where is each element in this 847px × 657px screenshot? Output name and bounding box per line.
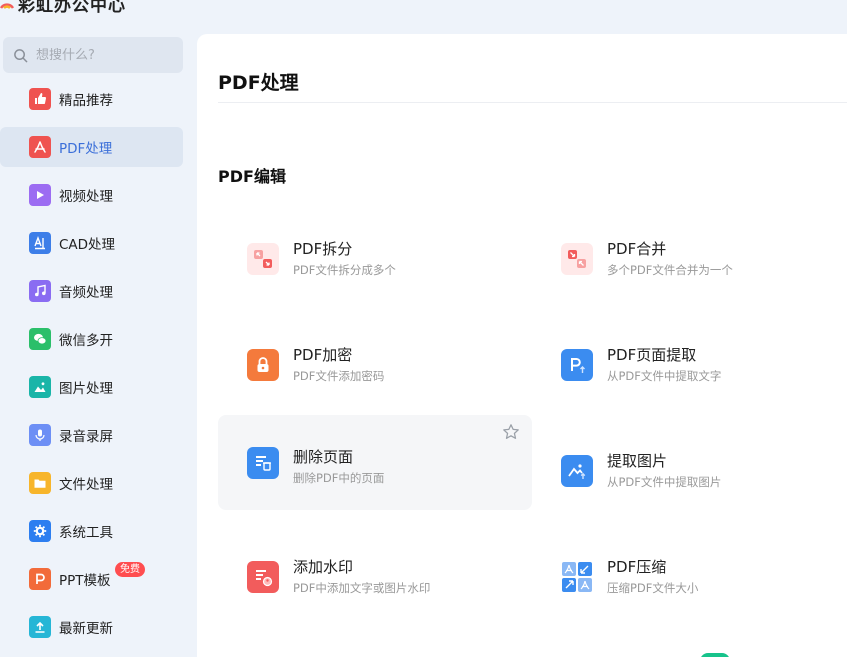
sidebar-item-label: CAD处理 — [59, 237, 116, 253]
tool-name: 删除页面 — [293, 448, 354, 466]
sidebar-item-audio[interactable]: 音频处理 — [16, 271, 183, 311]
watermark-icon — [247, 561, 279, 593]
app-title: 彩虹办公中心 — [0, 0, 126, 16]
delete-page-icon — [247, 447, 279, 479]
cad-icon — [29, 232, 51, 254]
scroll-indicator — [700, 653, 730, 657]
app-title-text: 彩虹办公中心 — [18, 0, 126, 16]
upload-icon — [29, 616, 51, 638]
tool-name: PDF压缩 — [607, 558, 667, 576]
folder-icon — [29, 472, 51, 494]
extract-image-icon — [561, 455, 593, 487]
sidebar-item-system[interactable]: 系统工具 — [16, 511, 183, 551]
tool-name: PDF加密 — [293, 346, 353, 364]
sidebar-item-files[interactable]: 文件处理 — [16, 463, 183, 503]
extract-page-icon — [561, 349, 593, 381]
ppt-icon — [29, 568, 51, 590]
gear-icon — [29, 520, 51, 542]
tool-desc: PDF文件拆分成多个 — [293, 263, 396, 277]
sidebar-item-label: 录音录屏 — [59, 429, 113, 445]
sidebar-item-pdf[interactable]: PDF处理 — [0, 127, 183, 167]
microphone-icon — [29, 424, 51, 446]
tool-name: PDF合并 — [607, 240, 667, 258]
tool-pdf-merge[interactable]: PDF合并 多个PDF文件合并为一个 — [532, 218, 846, 313]
thumbs-up-icon — [29, 88, 51, 110]
sidebar-item-ppt[interactable]: PPT模板 免费 — [16, 559, 183, 599]
sidebar-item-video[interactable]: 视频处理 — [16, 175, 183, 215]
image-icon — [29, 376, 51, 398]
sidebar-item-recommended[interactable]: 精品推荐 — [16, 79, 183, 119]
sidebar-item-label: 图片处理 — [59, 381, 113, 397]
star-icon[interactable] — [502, 423, 520, 441]
section-title: PDF编辑 — [218, 167, 286, 186]
sidebar-item-recording[interactable]: 录音录屏 — [16, 415, 183, 455]
main-panel: PDF处理 PDF编辑 PDF拆分 PDF文件拆分成多个 PDF合并 多个PDF… — [197, 34, 847, 657]
tool-extract-image[interactable]: 提取图片 从PDF文件中提取图片 — [532, 430, 846, 525]
tool-desc: 多个PDF文件合并为一个 — [607, 263, 733, 277]
sidebar-item-wechat[interactable]: 微信多开 — [16, 319, 183, 359]
tool-name: 添加水印 — [293, 558, 354, 576]
tool-name: PDF拆分 — [293, 240, 353, 258]
tool-desc: PDF文件添加密码 — [293, 369, 385, 383]
sidebar-item-label: 系统工具 — [59, 525, 113, 541]
tool-pdf-page-extract[interactable]: PDF页面提取 从PDF文件中提取文字 — [532, 324, 846, 419]
sidebar-item-cad[interactable]: CAD处理 — [16, 223, 183, 263]
rainbow-logo-icon — [0, 3, 14, 9]
tool-pdf-compress[interactable]: PDF压缩 压缩PDF文件大小 — [532, 536, 846, 631]
tool-desc: 从PDF文件中提取文字 — [607, 369, 722, 383]
page-title: PDF处理 — [218, 72, 299, 94]
tool-pdf-split[interactable]: PDF拆分 PDF文件拆分成多个 — [218, 218, 532, 313]
sidebar-item-label: 文件处理 — [59, 477, 113, 493]
tool-add-watermark[interactable]: 添加水印 PDF中添加文字或图片水印 — [218, 536, 532, 631]
sidebar: 精品推荐 PDF处理 视频处理 CAD处理 音频处理 — [0, 22, 197, 657]
tool-pdf-encrypt[interactable]: PDF加密 PDF文件添加密码 — [218, 324, 532, 419]
sidebar-item-label: 视频处理 — [59, 189, 113, 205]
tool-delete-page[interactable]: 删除页面 删除PDF中的页面 — [218, 415, 532, 510]
split-icon — [247, 243, 279, 275]
tool-name: 提取图片 — [607, 452, 668, 470]
sidebar-item-label: 最新更新 — [59, 621, 113, 637]
play-icon — [29, 184, 51, 206]
sidebar-item-image[interactable]: 图片处理 — [16, 367, 183, 407]
lock-icon — [247, 349, 279, 381]
tool-name: PDF页面提取 — [607, 346, 697, 364]
compress-icon — [561, 561, 593, 593]
tool-desc: PDF中添加文字或图片水印 — [293, 581, 431, 595]
sidebar-item-label: 音频处理 — [59, 285, 113, 301]
tool-desc: 从PDF文件中提取图片 — [607, 475, 722, 489]
search-box[interactable] — [3, 37, 183, 73]
free-badge: 免费 — [115, 562, 145, 577]
wechat-icon — [29, 328, 51, 350]
music-icon — [29, 280, 51, 302]
sidebar-item-label: 精品推荐 — [59, 93, 113, 109]
merge-icon — [561, 243, 593, 275]
sidebar-item-label: PDF处理 — [59, 141, 113, 157]
search-input[interactable] — [36, 47, 176, 63]
title-divider — [218, 102, 847, 103]
sidebar-item-label: PPT模板 — [59, 573, 111, 589]
sidebar-nav: 精品推荐 PDF处理 视频处理 CAD处理 音频处理 微信多开 图片处理 录音录… — [0, 79, 197, 655]
search-icon — [14, 48, 28, 62]
tool-desc: 压缩PDF文件大小 — [607, 581, 699, 595]
sidebar-item-updates[interactable]: 最新更新 — [16, 607, 183, 647]
pdf-icon — [29, 136, 51, 158]
tool-desc: 删除PDF中的页面 — [293, 471, 385, 485]
sidebar-item-label: 微信多开 — [59, 333, 113, 349]
